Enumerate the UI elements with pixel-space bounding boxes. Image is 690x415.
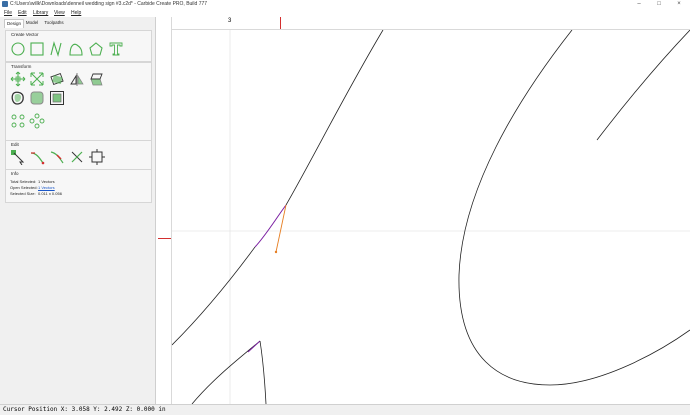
menu-edit[interactable]: Edit xyxy=(18,10,27,16)
ruler-h-cursor-marker xyxy=(280,17,281,29)
fillet-icon[interactable] xyxy=(29,90,45,106)
node-edit-icon[interactable] xyxy=(10,149,26,165)
vector-path-loop-inner xyxy=(596,30,690,141)
info-section: Info Total Selected: 1 Vectors Open Sele… xyxy=(5,169,152,203)
info-total-selected-label: Total Selected: xyxy=(10,179,37,184)
window-title: C:\Users\willk\Downloads\denneil wedding… xyxy=(10,1,208,7)
vector-path-bottom-accent xyxy=(247,340,261,353)
info-open-selected-label: Open Selected: xyxy=(10,185,38,190)
menu-bar: File Edit Library View Help xyxy=(0,9,690,17)
vertical-ruler xyxy=(158,17,172,404)
minimize-icon[interactable]: – xyxy=(632,0,646,9)
circular-array-icon[interactable] xyxy=(29,113,45,129)
scale-icon[interactable] xyxy=(29,71,45,87)
menu-library[interactable]: Library xyxy=(33,10,48,16)
node-handle-point xyxy=(274,250,278,254)
polyline-icon[interactable] xyxy=(48,41,64,57)
canvas-drawing xyxy=(172,30,690,404)
create-vector-section: Create Vector xyxy=(5,30,152,62)
close-icon[interactable]: × xyxy=(672,0,686,9)
tab-design[interactable]: Design xyxy=(4,19,24,28)
tab-toolpaths[interactable]: Toolpaths xyxy=(42,19,66,27)
info-title: Info xyxy=(11,171,19,176)
split-icon[interactable] xyxy=(69,149,85,165)
join-icon[interactable] xyxy=(49,149,65,165)
ruler-v-cursor-marker xyxy=(158,238,171,239)
polygon-icon[interactable] xyxy=(88,41,104,57)
transform-title: Transform xyxy=(11,64,32,69)
title-bar: C:\Users\willk\Downloads\denneil wedding… xyxy=(0,0,690,9)
design-canvas[interactable] xyxy=(172,30,690,404)
info-selected-size-label: Selected Size: xyxy=(10,191,36,196)
offset-icon[interactable] xyxy=(10,90,26,106)
text-icon[interactable] xyxy=(108,41,124,57)
boolean-icon[interactable] xyxy=(49,90,65,106)
array-grid-icon[interactable] xyxy=(10,113,26,129)
menu-view[interactable]: View xyxy=(54,10,65,16)
vector-path-bottom-right xyxy=(259,340,267,404)
rectangle-icon[interactable] xyxy=(29,41,45,57)
move-icon[interactable] xyxy=(10,71,26,87)
trim-icon[interactable] xyxy=(29,149,45,165)
menu-help[interactable]: Help xyxy=(71,10,81,16)
mirror-icon[interactable] xyxy=(69,71,85,87)
edit-title: Edit xyxy=(11,142,19,147)
vector-path-loop xyxy=(458,30,690,386)
menu-file[interactable]: File xyxy=(4,10,12,16)
circle-icon[interactable] xyxy=(10,41,26,57)
shear-icon[interactable] xyxy=(89,71,105,87)
rotate-icon[interactable] xyxy=(49,71,65,87)
app-icon xyxy=(2,1,8,7)
tab-model[interactable]: Model xyxy=(24,19,40,27)
horizontal-ruler: 3 xyxy=(158,17,690,30)
left-panel: Design Model Toolpaths Create Vector Tra… xyxy=(0,17,156,404)
ruler-h-label: 3 xyxy=(228,18,232,24)
info-total-selected-value: 1 Vectors xyxy=(38,179,55,184)
edit-section: Edit xyxy=(5,140,152,170)
vector-path-upper xyxy=(285,30,384,206)
maximize-icon[interactable]: □ xyxy=(652,0,666,9)
cursor-position: Cursor Position X: 3.058 Y: 2.492 Z: 0.0… xyxy=(3,406,166,413)
vector-path-lower xyxy=(172,246,256,346)
info-open-selected-link[interactable]: 1 Vectors xyxy=(38,185,55,190)
curve-icon[interactable] xyxy=(68,41,84,57)
bounding-box-icon[interactable] xyxy=(89,149,105,165)
status-bar: Cursor Position X: 3.058 Y: 2.492 Z: 0.0… xyxy=(0,404,690,415)
info-selected-size-value: 0.011 x 0.056 xyxy=(38,191,62,196)
create-vector-title: Create Vector xyxy=(11,32,39,37)
